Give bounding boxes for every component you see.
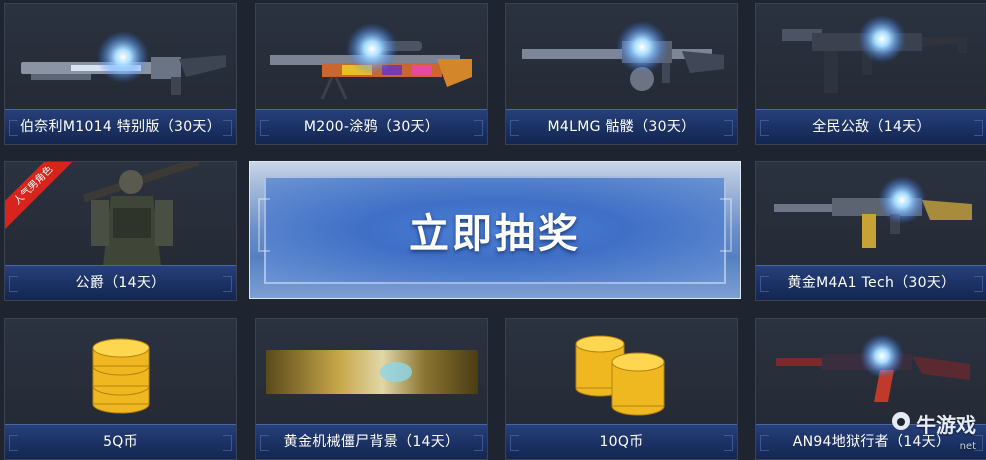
prize-name: 公爵（14天）	[5, 265, 236, 300]
prize-card: 5Q币	[4, 318, 237, 460]
bull-logo-icon	[890, 410, 912, 437]
prize-card: 黄金机械僵尸背景（14天）	[255, 318, 488, 460]
assault-rifle-icon	[756, 162, 986, 266]
sniper-rifle-icon	[256, 4, 487, 110]
prize-card: 黄金M4A1 Tech（30天）	[755, 161, 986, 301]
shotgun-icon	[5, 4, 236, 110]
prize-name: M4LMG 骷髅（30天）	[506, 109, 737, 144]
prize-name: 黄金机械僵尸背景（14天）	[256, 424, 487, 459]
prize-card: 伯奈利M1014 特别版（30天）	[4, 3, 237, 145]
site-watermark: 牛游戏 net	[890, 409, 976, 452]
prize-name: 黄金M4A1 Tech（30天）	[756, 265, 986, 300]
background-banner-icon	[256, 319, 487, 425]
coin-stack-icon	[5, 319, 236, 425]
draw-now-label: 立即抽奖	[409, 211, 581, 257]
machine-gun-icon	[506, 4, 737, 110]
brand-domain: net	[959, 441, 976, 452]
prize-name: 10Q币	[506, 424, 737, 459]
prize-name: 伯奈利M1014 特别版（30天）	[5, 109, 236, 144]
coin-stacks-icon	[506, 319, 737, 425]
prize-name: 全民公敌（14天）	[756, 109, 986, 144]
brand-name: 牛游戏	[916, 413, 976, 437]
draw-now-button[interactable]: 立即抽奖	[249, 161, 741, 299]
prize-card: 全民公敌（14天）	[755, 3, 986, 145]
prize-card: M200-涂鸦（30天）	[255, 3, 488, 145]
prize-card: 10Q币	[505, 318, 738, 460]
prize-card: AN94地狱行者（14天）	[755, 318, 986, 460]
prize-card: M4LMG 骷髅（30天）	[505, 3, 738, 145]
prize-name: M200-涂鸦（30天）	[256, 109, 487, 144]
prize-name: 5Q币	[5, 424, 236, 459]
prize-card: 人气男角色 公爵（14天）	[4, 161, 237, 301]
smg-icon	[756, 4, 986, 110]
